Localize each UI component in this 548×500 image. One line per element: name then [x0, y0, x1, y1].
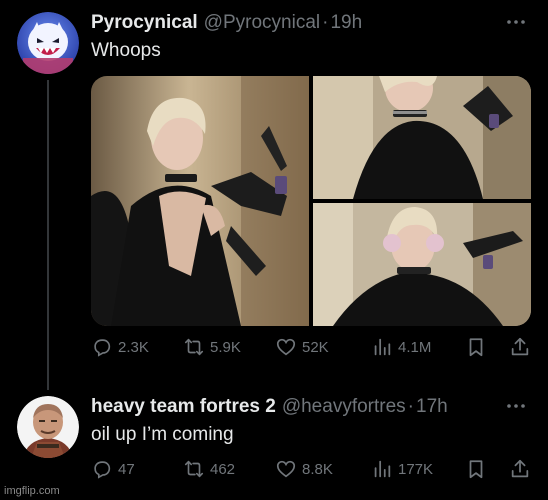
tweet-pyrocynical[interactable]: Pyrocynical @Pyrocynical · 19h Whoops 2.… [0, 0, 548, 390]
reply-icon [94, 461, 111, 479]
bookmark-button[interactable] [465, 334, 487, 360]
reply-button[interactable]: 2.3K [91, 334, 149, 360]
media-grid[interactable] [91, 76, 531, 326]
like-count: 52K [302, 338, 329, 356]
photo-main[interactable] [91, 76, 309, 326]
retweet-count: 5.9K [210, 338, 241, 356]
watermark: imgflip.com [4, 485, 60, 497]
avatar[interactable] [17, 396, 79, 458]
like-button[interactable]: 52K [275, 334, 329, 360]
tweet-header: heavy team fortres 2 @heavyfortres · 17h [91, 396, 448, 418]
user-handle[interactable]: @Pyrocynical [204, 12, 320, 34]
retweet-button[interactable]: 5.9K [183, 334, 241, 360]
retweet-icon [184, 460, 204, 478]
display-name[interactable]: Pyrocynical [91, 12, 198, 34]
share-button[interactable] [509, 334, 531, 360]
photo-top-right[interactable] [313, 76, 531, 199]
retweet-button[interactable]: 462 [183, 456, 235, 482]
separator-dot: · [407, 396, 414, 417]
bookmark-icon [469, 338, 483, 357]
action-bar: 47 462 8.8K 177K [91, 456, 531, 482]
avatar[interactable] [17, 12, 79, 74]
separator-dot: · [322, 12, 329, 33]
more-icon[interactable] [504, 396, 528, 416]
photo-bottom-right[interactable] [313, 203, 531, 326]
action-bar: 2.3K 5.9K 52K 4.1M [91, 334, 531, 360]
like-button[interactable]: 8.8K [275, 456, 333, 482]
reply-count: 47 [118, 460, 135, 478]
like-icon [276, 338, 296, 356]
share-button[interactable] [509, 456, 531, 482]
reply-icon [94, 339, 111, 357]
bookmark-button[interactable] [465, 456, 487, 482]
tweet-text: Whoops [91, 40, 161, 61]
share-icon [511, 459, 529, 478]
more-icon[interactable] [504, 12, 528, 32]
views-icon [374, 460, 391, 478]
views-count: 177K [398, 460, 434, 478]
thread-line [47, 80, 49, 390]
share-icon [511, 337, 529, 356]
tweet-text: oil up I’m coming [91, 424, 234, 445]
views-icon [374, 338, 391, 356]
user-handle[interactable]: @heavyfortres [282, 396, 406, 418]
reply-count: 2.3K [118, 338, 149, 356]
tweet-heavyfortres[interactable]: heavy team fortres 2 @heavyfortres · 17h… [0, 378, 548, 500]
tweet-header: Pyrocynical @Pyrocynical · 19h [91, 12, 362, 34]
reply-button[interactable]: 47 [91, 456, 135, 482]
timestamp[interactable]: 19h [330, 12, 362, 34]
views-button[interactable]: 4.1M [371, 334, 431, 360]
display-name[interactable]: heavy team fortres 2 [91, 396, 276, 418]
like-icon [276, 460, 296, 478]
retweet-count: 462 [210, 460, 236, 478]
views-count: 4.1M [398, 338, 432, 356]
timestamp[interactable]: 17h [416, 396, 448, 418]
views-button[interactable]: 177K [371, 456, 433, 482]
retweet-icon [184, 338, 204, 356]
bookmark-icon [469, 460, 483, 479]
like-count: 8.8K [302, 460, 333, 478]
